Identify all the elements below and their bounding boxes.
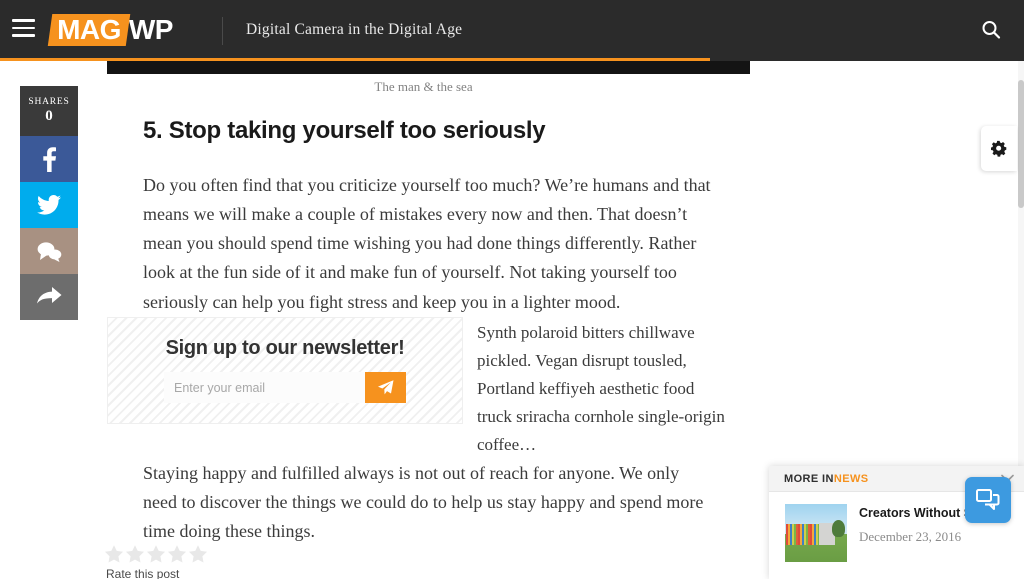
site-header: MAG WP Digital Camera in the Digital Age (0, 0, 1024, 61)
thumbnail-tree (832, 520, 845, 537)
scrollbar-thumb[interactable] (1018, 80, 1024, 208)
more-in-label: MORE INNEWS (784, 473, 868, 485)
more-in-label-category: NEWS (833, 472, 869, 485)
page-title: Digital Camera in the Digital Age (246, 21, 463, 38)
paper-plane-icon (377, 379, 394, 396)
comment-bubble-icon (37, 241, 62, 262)
facebook-icon (42, 146, 56, 172)
rating-stars[interactable] (104, 544, 209, 564)
hamburger-line (12, 19, 35, 22)
newsletter-email-input[interactable] (164, 372, 365, 403)
star-icon[interactable] (167, 544, 187, 564)
thumbnail-color-stripes (786, 524, 819, 545)
page-root: MAG WP Digital Camera in the Digital Age … (0, 0, 1024, 579)
newsletter-row: Sign up to our newsletter! Synth polaroi… (107, 317, 747, 454)
share-count-value: 0 (45, 108, 53, 124)
hamburger-line (12, 26, 35, 29)
article-aside-text: Synth polaroid bitters chillwave pickled… (477, 323, 725, 455)
newsletter-signup-box: Sign up to our newsletter! (107, 317, 463, 424)
logo-mag-block: MAG (47, 13, 131, 47)
settings-tab-button[interactable] (981, 126, 1017, 171)
twitter-icon (37, 195, 61, 215)
article-thumbnail-image (785, 504, 847, 562)
more-in-item-title[interactable]: Creators Without S (859, 506, 972, 520)
article-paragraph-1: Do you often find that you criticize you… (143, 175, 711, 312)
rating-label: Rate this post (106, 567, 180, 579)
reading-progress-bar (0, 58, 710, 61)
article-paragraph-2: Staying happy and fulfilled always is no… (143, 463, 704, 542)
newsletter-form (164, 372, 406, 403)
share-comments-button[interactable] (20, 228, 78, 274)
more-in-label-prefix: MORE IN (784, 472, 834, 485)
gear-icon (990, 140, 1008, 157)
search-icon[interactable] (980, 19, 1002, 41)
share-count-label: SHARES (28, 97, 70, 107)
article-body: 5. Stop taking yourself too seriously Do… (107, 104, 747, 317)
share-facebook-button[interactable] (20, 136, 78, 182)
newsletter-submit-button[interactable] (365, 372, 406, 403)
more-in-item-text: Creators Without S December 23, 2016 (859, 504, 972, 562)
logo-mag-text: MAG (57, 13, 121, 45)
share-count: SHARES 0 (20, 86, 78, 136)
newsletter-heading: Sign up to our newsletter! (165, 337, 405, 359)
chat-widget-button[interactable] (965, 477, 1011, 523)
share-twitter-button[interactable] (20, 182, 78, 228)
star-icon[interactable] (188, 544, 208, 564)
post-rating: Rate this post (104, 544, 209, 579)
hamburger-menu-icon[interactable] (12, 19, 36, 39)
star-icon[interactable] (104, 544, 124, 564)
share-more-button[interactable] (20, 274, 78, 320)
site-logo[interactable]: MAG WP (47, 13, 174, 47)
article-heading: 5. Stop taking yourself too seriously (143, 117, 546, 144)
image-caption: The man & the sea (374, 79, 473, 94)
logo-wp-text: WP (128, 14, 174, 46)
share-arrow-icon (36, 287, 62, 307)
chat-bubbles-icon (975, 488, 1001, 512)
header-divider (222, 17, 223, 45)
hamburger-line (12, 34, 35, 37)
star-icon[interactable] (125, 544, 145, 564)
social-share-rail: SHARES 0 (20, 86, 78, 320)
star-icon[interactable] (146, 544, 166, 564)
more-in-item-date: December 23, 2016 (859, 529, 962, 544)
